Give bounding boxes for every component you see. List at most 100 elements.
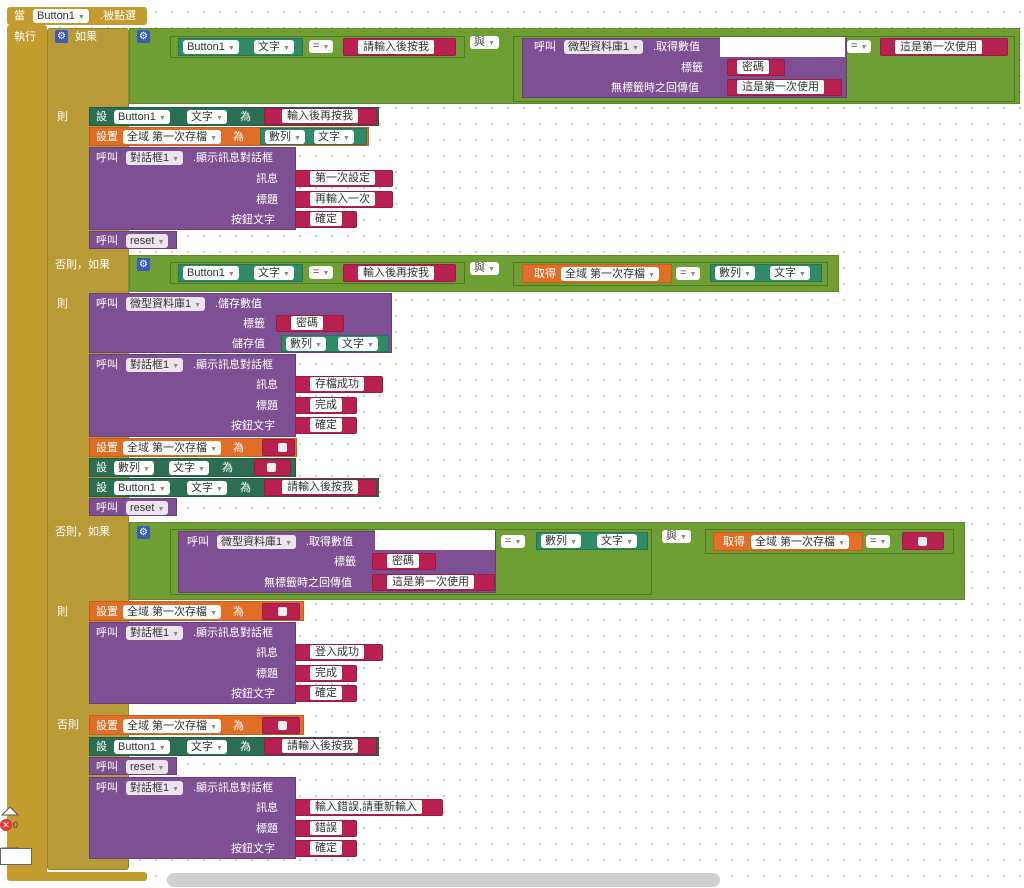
chevron-down-icon: ▼	[488, 266, 495, 273]
global-var-dropdown[interactable]: 全域 第一次存檔 ▼	[123, 441, 221, 455]
mutator-gear-icon[interactable]: ⚙	[55, 30, 68, 43]
equals-operator[interactable]: = ▼	[676, 267, 701, 280]
reset-dropdown[interactable]: reset ▼	[126, 501, 169, 515]
text-prop-dropdown[interactable]: 文字 ▼	[187, 110, 227, 124]
event-bottom-cap	[7, 872, 147, 881]
text-value[interactable]: 登入成功	[310, 645, 364, 659]
text-value[interactable]: 完成	[310, 398, 342, 412]
and-operator[interactable]: 與 ▼	[662, 530, 691, 543]
text-value[interactable]: 輸入後再按我	[282, 109, 358, 123]
event-component-dropdown[interactable]: Button1 ▼	[33, 9, 89, 23]
chevron-down-icon: ▼	[172, 786, 180, 793]
text-prop-dropdown[interactable]: 文字 ▼	[254, 266, 294, 280]
showalert-label: .顯示訊息對話框	[193, 152, 274, 164]
text-prop-dropdown[interactable]: 文字 ▼	[169, 461, 209, 475]
number-dropdown[interactable]: 數列 ▼	[286, 337, 326, 351]
text-value[interactable]: 輸入錯誤,請重新輸入	[310, 800, 423, 814]
text-value[interactable]: 密碼	[291, 316, 323, 330]
empty-text-value[interactable]	[918, 537, 927, 546]
global-var-dropdown[interactable]: 全域 第一次存檔 ▼	[123, 605, 221, 619]
text-value[interactable]: 確定	[310, 686, 342, 700]
text-value[interactable]: 這是第一次使用	[895, 40, 982, 54]
text-prop-dropdown[interactable]: 文字 ▼	[770, 266, 810, 280]
global-var-dropdown[interactable]: 全域 第一次存檔 ▼	[751, 535, 849, 549]
notifier-dropdown[interactable]: 對話框1 ▼	[126, 151, 184, 165]
equals-operator[interactable]: = ▼	[847, 40, 872, 53]
text-prop-dropdown[interactable]: 文字 ▼	[187, 740, 227, 754]
text-value[interactable]: 密碼	[387, 554, 419, 568]
getvalue-label: .取得數值	[653, 41, 701, 53]
tinydb-dropdown[interactable]: 微型資料庫1 ▼	[217, 535, 297, 549]
text-prop-dropdown[interactable]: 文字 ▼	[254, 40, 294, 54]
global-var-dropdown[interactable]: 全域 第一次存檔 ▼	[123, 719, 221, 733]
equals-operator[interactable]: = ▼	[309, 40, 334, 53]
chevron-down-icon: ▼	[860, 44, 868, 51]
text-value[interactable]: 確定	[310, 841, 342, 855]
chevron-down-icon: ▼	[210, 724, 217, 731]
horizontal-scrollbar[interactable]	[167, 873, 720, 887]
text-value[interactable]: 請輸入後按我	[358, 40, 434, 54]
tinydb-dropdown[interactable]: 微型資料庫1 ▼	[564, 40, 644, 54]
text-value[interactable]: 請輸入後按我	[282, 739, 358, 753]
reset-dropdown[interactable]: reset ▼	[126, 760, 169, 774]
and-gear-icon[interactable]: ⚙	[137, 258, 150, 271]
text-value[interactable]: 完成	[310, 666, 342, 680]
text-value[interactable]: 存檔成功	[310, 377, 364, 391]
text-value[interactable]: 這是第一次使用	[737, 80, 824, 94]
notifier-dropdown[interactable]: 對話框1 ▼	[126, 626, 184, 640]
text-value[interactable]: 密碼	[737, 60, 769, 74]
tinydb-dropdown[interactable]: 微型資料庫1 ▼	[126, 297, 206, 311]
call-label: 呼叫	[187, 536, 209, 548]
call-label: 呼叫	[96, 235, 118, 247]
call-label: 呼叫	[534, 41, 556, 53]
number-dropdown[interactable]: 數列 ▼	[114, 461, 154, 475]
text-value[interactable]: 錯誤	[310, 821, 342, 835]
notifier-dropdown[interactable]: 對話框1 ▼	[126, 358, 184, 372]
number-dropdown[interactable]: 數列 ▼	[265, 130, 305, 144]
button1-dropdown[interactable]: Button1 ▼	[114, 110, 170, 124]
notifier-dropdown[interactable]: 對話框1 ▼	[126, 781, 184, 795]
chevron-down-icon: ▼	[210, 135, 217, 142]
tag-label: 標籤	[334, 556, 356, 568]
workspace-input-box[interactable]	[0, 848, 32, 865]
empty-text-value[interactable]	[278, 443, 287, 452]
global-var-dropdown[interactable]: 全域 第一次存檔 ▼	[561, 267, 659, 281]
chevron-down-icon: ▼	[210, 446, 217, 453]
chevron-down-icon: ▼	[158, 486, 166, 493]
and-operator[interactable]: 與 ▼	[470, 36, 499, 49]
warning-error-indicator[interactable]: ✕ 0	[0, 819, 30, 833]
button1-dropdown[interactable]: Button1 ▼	[114, 481, 170, 495]
then-label: 則	[57, 111, 68, 123]
title-label: 標題	[256, 400, 278, 412]
button1-dropdown[interactable]: Button1 ▼	[183, 40, 239, 54]
text-prop-dropdown[interactable]: 文字 ▼	[187, 481, 227, 495]
chevron-down-icon: ▼	[294, 135, 301, 142]
equals-operator[interactable]: = ▼	[866, 535, 891, 548]
button1-dropdown[interactable]: Button1 ▼	[183, 266, 239, 280]
text-value[interactable]: 確定	[310, 212, 342, 226]
empty-text-value[interactable]	[278, 721, 287, 730]
text-value[interactable]: 這是第一次使用	[387, 575, 474, 589]
text-prop-dropdown[interactable]: 文字 ▼	[314, 130, 354, 144]
text-value[interactable]: 輸入後再按我	[358, 266, 434, 280]
number-dropdown[interactable]: 數列 ▼	[541, 534, 581, 548]
text-value[interactable]: 請輸入後按我	[282, 480, 358, 494]
global-var-dropdown[interactable]: 全域 第一次存檔 ▼	[123, 130, 221, 144]
reset-dropdown[interactable]: reset ▼	[126, 234, 169, 248]
text-value[interactable]: 確定	[310, 418, 342, 432]
and-gear-icon[interactable]: ⚙	[137, 30, 150, 43]
button1-dropdown[interactable]: Button1 ▼	[114, 740, 170, 754]
text-prop-dropdown[interactable]: 文字 ▼	[597, 534, 637, 548]
equals-operator[interactable]: = ▼	[501, 535, 526, 548]
empty-text-value[interactable]	[278, 607, 287, 616]
equals-operator[interactable]: = ▼	[309, 266, 334, 279]
event-do-label: 執行	[14, 31, 36, 43]
text-value[interactable]: 第一次設定	[310, 171, 375, 185]
text-value[interactable]: 再輸入一次	[310, 192, 375, 206]
call-label: 呼叫	[96, 502, 118, 514]
text-prop-dropdown[interactable]: 文字 ▼	[338, 337, 378, 351]
empty-text-value[interactable]	[267, 463, 276, 472]
number-dropdown[interactable]: 數列 ▼	[715, 266, 755, 280]
and-gear-icon[interactable]: ⚙	[137, 526, 150, 539]
and-operator[interactable]: 與 ▼	[470, 262, 499, 275]
